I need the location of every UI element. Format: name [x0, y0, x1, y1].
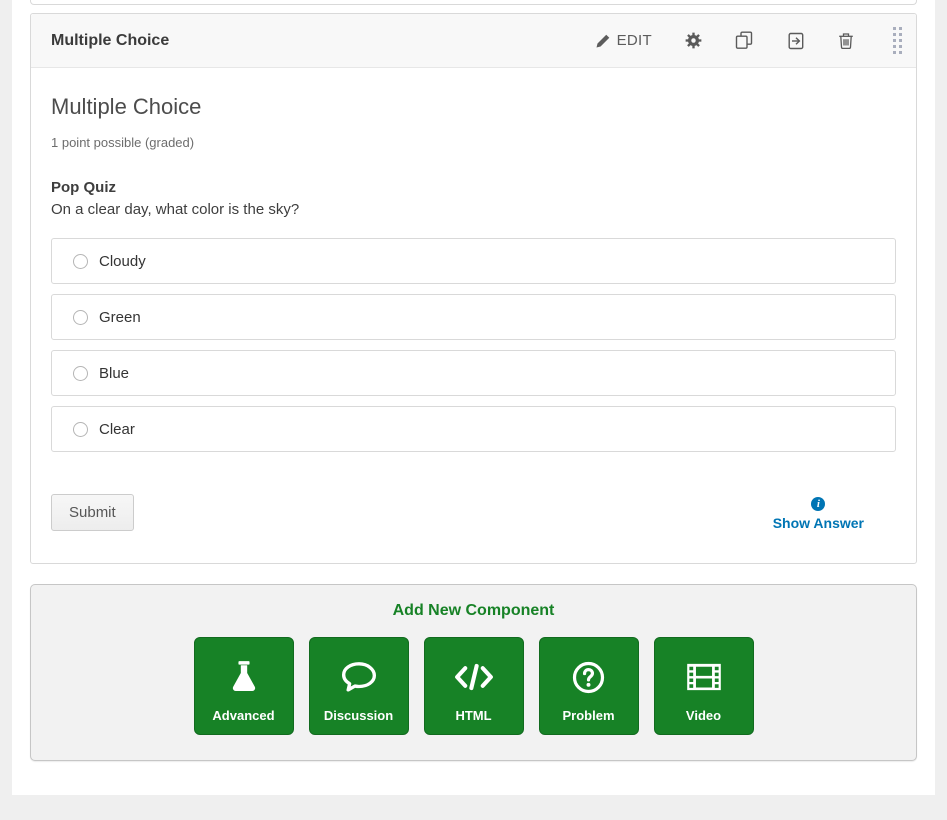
- component-preview: Multiple Choice 1 point possible (graded…: [31, 68, 916, 563]
- drag-handle-icon[interactable]: [893, 27, 902, 54]
- add-button-label: HTML: [455, 708, 491, 723]
- add-new-component-title: Add New Component: [31, 602, 916, 620]
- option-label: Clear: [99, 421, 135, 438]
- content-column: Multiple Choice EDIT: [12, 0, 935, 795]
- add-problem-button[interactable]: Problem: [539, 637, 639, 735]
- add-component-buttons: Advanced Discussion HT: [31, 637, 916, 735]
- flask-icon: [227, 646, 261, 708]
- option-label: Green: [99, 309, 141, 326]
- component-title: Multiple Choice: [51, 32, 169, 50]
- gear-icon: [685, 32, 702, 49]
- add-html-button[interactable]: HTML: [424, 637, 524, 735]
- edit-button-label: EDIT: [617, 32, 652, 49]
- submit-button[interactable]: Submit: [51, 494, 134, 531]
- duplicate-icon: [735, 31, 754, 50]
- add-button-label: Discussion: [324, 708, 393, 723]
- speech-bubble-icon: [340, 646, 378, 708]
- pencil-icon: [596, 34, 610, 48]
- trash-icon: [838, 32, 854, 50]
- question-circle-icon: [571, 646, 606, 708]
- radio-button[interactable]: [73, 254, 88, 269]
- duplicate-button[interactable]: [735, 31, 754, 50]
- option-row-cloudy[interactable]: Cloudy: [51, 238, 896, 284]
- show-answer-block: i Show Answer: [773, 497, 864, 531]
- info-circle-icon: i: [811, 497, 825, 511]
- delete-button[interactable]: [838, 32, 854, 50]
- add-button-label: Advanced: [212, 708, 274, 723]
- component-header: Multiple Choice EDIT: [31, 14, 916, 68]
- points-text: 1 point possible (graded): [51, 135, 896, 150]
- edit-button[interactable]: EDIT: [596, 32, 652, 49]
- answer-options: Cloudy Green Blue Clear: [51, 238, 896, 452]
- radio-button[interactable]: [73, 310, 88, 325]
- move-button[interactable]: [787, 32, 805, 50]
- code-icon: [452, 646, 496, 708]
- add-advanced-button[interactable]: Advanced: [194, 637, 294, 735]
- add-discussion-button[interactable]: Discussion: [309, 637, 409, 735]
- question-title: Pop Quiz: [51, 179, 896, 196]
- option-label: Blue: [99, 365, 129, 382]
- add-video-button[interactable]: Video: [654, 637, 754, 735]
- problem-actions: Submit i Show Answer: [51, 494, 896, 531]
- film-icon: [685, 646, 723, 708]
- previous-component-bottom-edge: [30, 0, 917, 5]
- add-button-label: Video: [686, 708, 721, 723]
- problem-title: Multiple Choice: [51, 94, 896, 120]
- option-row-blue[interactable]: Blue: [51, 350, 896, 396]
- component-actions: EDIT: [596, 27, 902, 54]
- option-label: Cloudy: [99, 253, 146, 270]
- settings-button[interactable]: [685, 32, 702, 49]
- multiple-choice-component-card: Multiple Choice EDIT: [30, 13, 917, 564]
- option-row-clear[interactable]: Clear: [51, 406, 896, 452]
- show-answer-link[interactable]: Show Answer: [773, 515, 864, 531]
- add-button-label: Problem: [562, 708, 614, 723]
- radio-button[interactable]: [73, 422, 88, 437]
- add-new-component-panel: Add New Component Advanced Discussion: [30, 584, 917, 761]
- question-text: On a clear day, what color is the sky?: [51, 201, 896, 218]
- move-icon: [787, 32, 805, 50]
- option-row-green[interactable]: Green: [51, 294, 896, 340]
- radio-button[interactable]: [73, 366, 88, 381]
